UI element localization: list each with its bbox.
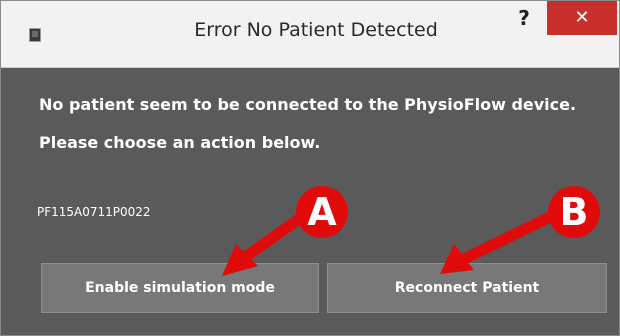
- annotation-arrows: [222, 208, 562, 276]
- annotation-marker-b: B: [548, 186, 600, 238]
- arrow-b: [440, 208, 562, 274]
- arrow-a: [222, 208, 312, 276]
- annotation-marker-a: A: [296, 186, 348, 238]
